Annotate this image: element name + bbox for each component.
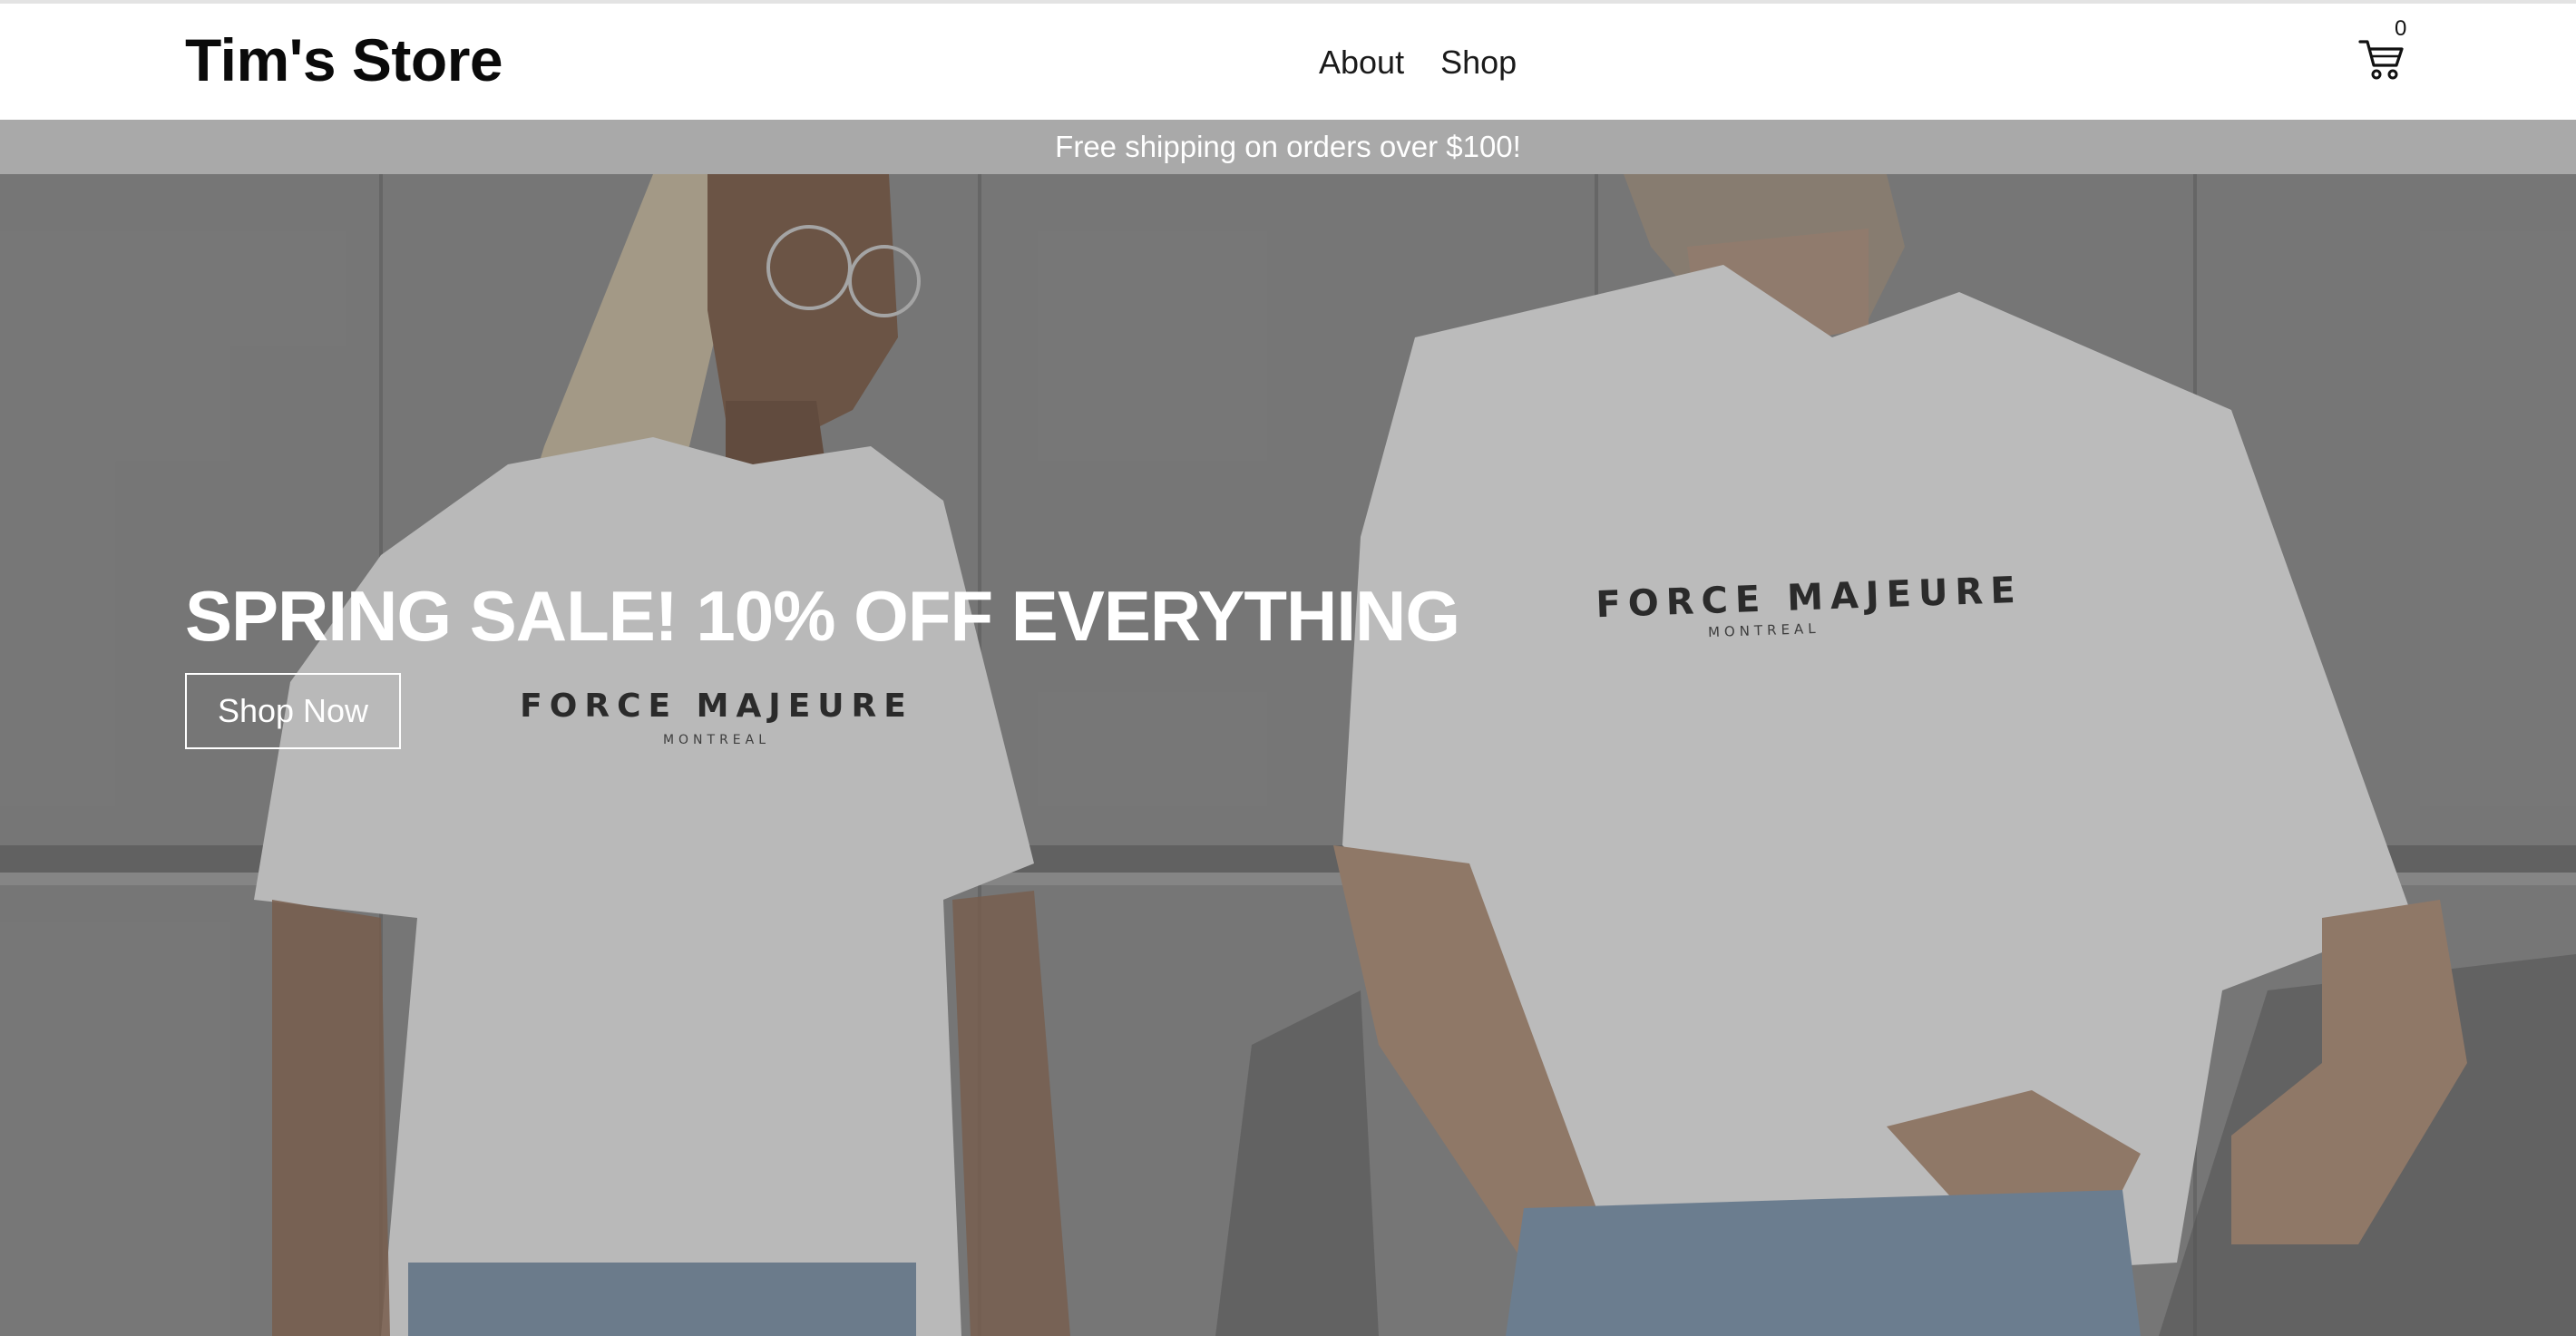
page: Tim's Store About Shop 0 Free shipping o… xyxy=(0,0,2576,1336)
site-header: Tim's Store About Shop 0 xyxy=(0,4,2576,120)
main-nav: About Shop xyxy=(1319,44,1517,82)
shop-now-button[interactable]: Shop Now xyxy=(185,673,401,749)
nav-link-shop[interactable]: Shop xyxy=(1440,44,1517,82)
cart-button[interactable] xyxy=(2356,36,2407,83)
brand-logo[interactable]: Tim's Store xyxy=(185,27,503,93)
shopping-cart-icon xyxy=(2358,40,2404,80)
promo-banner: Free shipping on orders over $100! xyxy=(0,120,2576,174)
nav-link-about[interactable]: About xyxy=(1319,44,1404,82)
hero-headline: SPRING SALE! 10% OFF EVERYTHING xyxy=(185,576,1460,656)
cart-count-badge: 0 xyxy=(2395,16,2407,41)
hero-section: FORCE MAJEURE MONTREAL FORCE MAJEURE MON… xyxy=(0,174,2576,1336)
hero-dim-overlay xyxy=(0,174,2576,1336)
promo-text: Free shipping on orders over $100! xyxy=(1055,130,1521,163)
